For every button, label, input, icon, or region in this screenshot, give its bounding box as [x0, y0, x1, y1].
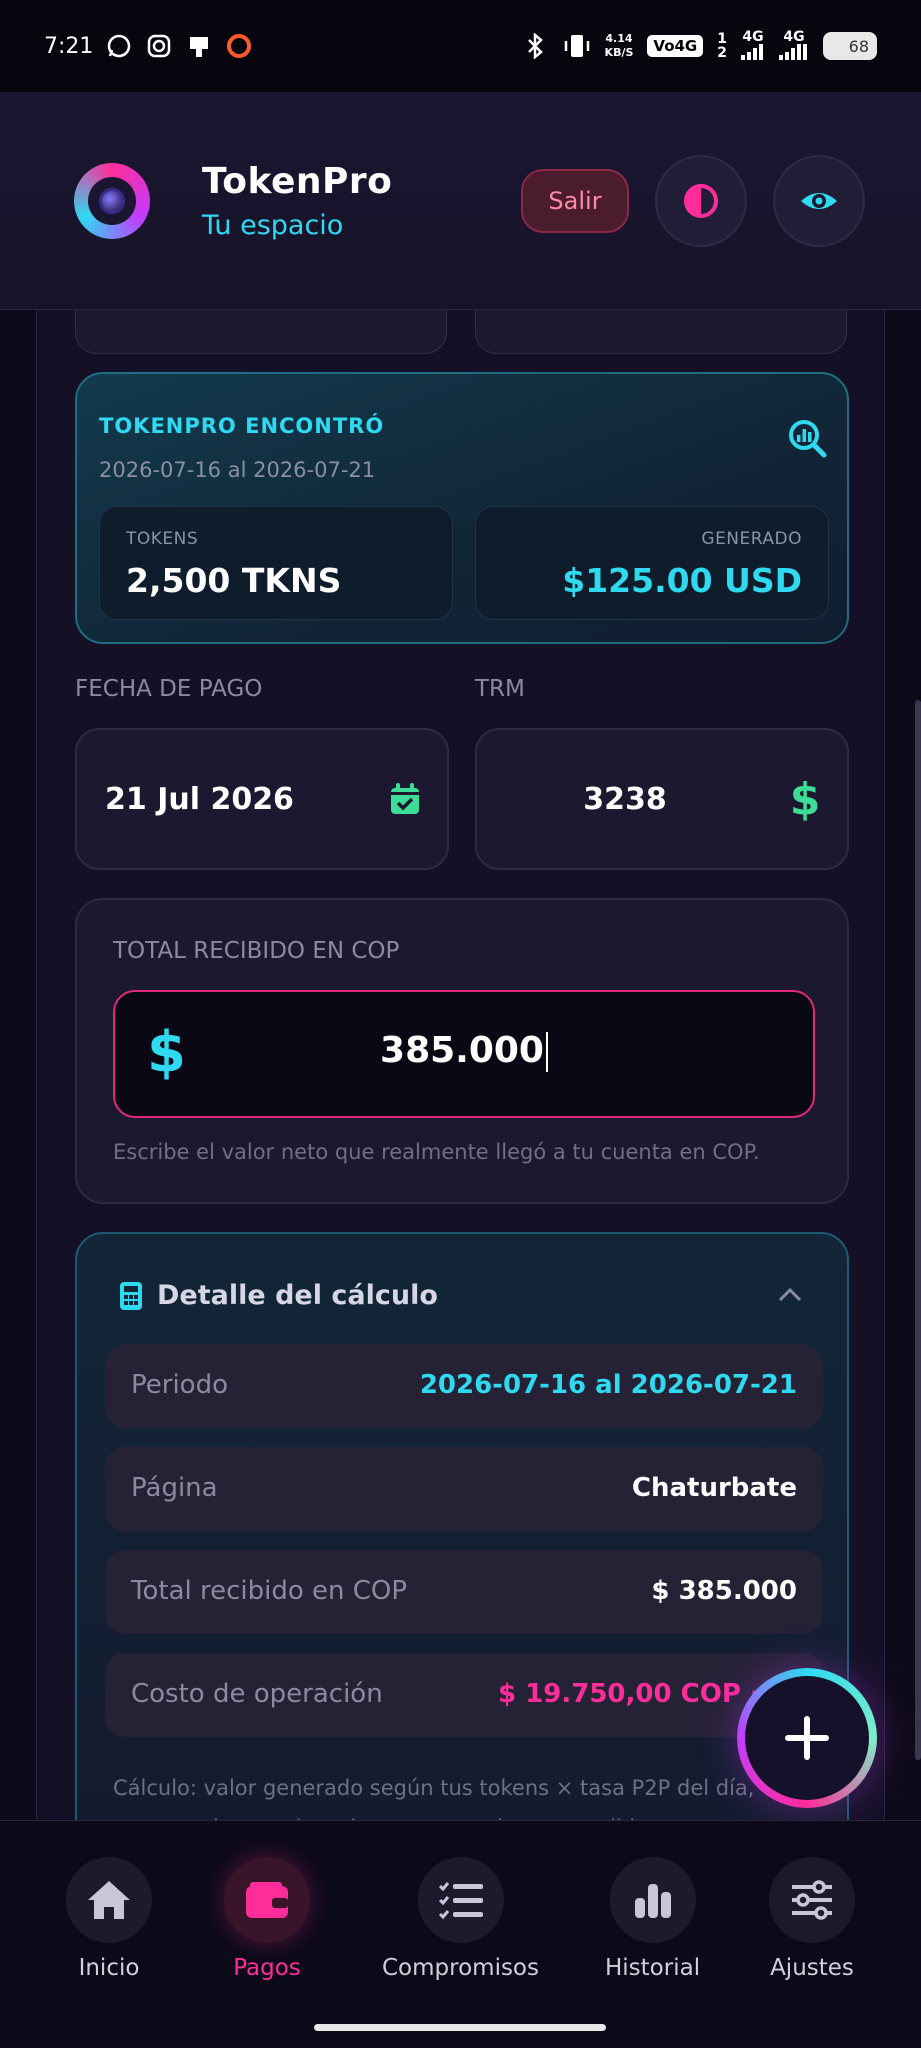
tokenpro-found-card: TOKENPRO ENCONTRÓ 2026-07-16 al 2026-07-…: [75, 372, 849, 644]
found-title: TOKENPRO ENCONTRÓ: [99, 414, 385, 438]
plus-icon: [785, 1716, 829, 1760]
app-header: TokenPro Tu espacio Salir: [0, 92, 921, 310]
home-indicator[interactable]: [314, 2024, 606, 2031]
summary-card-stub: [475, 310, 847, 354]
whatsapp-icon: [105, 32, 133, 60]
tokens-card: TOKENS 2,500 TKNS: [99, 506, 453, 620]
network-type-1: 4G: [742, 28, 764, 45]
signal-icon: [779, 43, 809, 63]
camera-lens-icon: [99, 187, 125, 214]
signal-icon: [741, 43, 765, 63]
brand-block: TokenPro Tu espacio: [202, 161, 392, 241]
net-speed: 4.14: [605, 32, 633, 45]
trm-field[interactable]: 3238 $: [475, 728, 849, 870]
visibility-toggle-button[interactable]: [773, 154, 865, 247]
bar-chart-icon: [609, 1857, 696, 1943]
detail-row-page: Página Chaturbate: [105, 1447, 823, 1531]
notification-icon: [185, 32, 213, 60]
sliders-icon: [769, 1857, 855, 1943]
detail-title: Detalle del cálculo: [157, 1280, 438, 1311]
nav-label: Inicio: [78, 1955, 140, 1981]
tokens-value: 2,500 TKNS: [126, 561, 342, 600]
cop-amount-input[interactable]: $ 385.000: [113, 990, 815, 1118]
sim1-slot: 1: [717, 31, 727, 47]
status-bar: 7:21 4.14 KB/S Vo4G 1 2 4G 4G 68: [0, 0, 921, 92]
row-label: Periodo: [131, 1370, 228, 1400]
bluetooth-icon: [521, 32, 549, 60]
payment-date-field[interactable]: 21 Jul 2026: [75, 728, 449, 870]
main-content[interactable]: TOKENPRO ENCONTRÓ 2026-07-16 al 2026-07-…: [36, 310, 885, 1820]
detail-header[interactable]: Detalle del cálculo: [119, 1280, 438, 1311]
nav-label: Ajustes: [770, 1955, 854, 1981]
trm-label: TRM: [475, 676, 525, 702]
dollar-icon: $: [791, 776, 819, 822]
calculator-icon: [120, 1281, 142, 1310]
record-icon: [225, 32, 253, 60]
row-value: $ 385.000: [651, 1576, 797, 1606]
detail-row-period: Periodo 2026-07-16 al 2026-07-21: [105, 1344, 823, 1428]
detail-row-operation-cost: Costo de operación $ 19.750,00 COP · 4,8…: [105, 1653, 823, 1737]
vibrate-icon: [563, 32, 591, 60]
cop-label: TOTAL RECIBIDO EN COP: [113, 938, 400, 964]
checklist-icon: [417, 1857, 504, 1943]
scrollbar[interactable]: [915, 700, 921, 1760]
logout-button[interactable]: Salir: [521, 168, 629, 233]
wallet-icon: [224, 1857, 310, 1943]
generated-card: GENERADO $125.00 USD: [475, 506, 829, 620]
calculation-detail-card: Detalle del cálculo Periodo 2026-07-16 a…: [75, 1232, 849, 1820]
battery-icon: 68: [823, 32, 877, 60]
bottom-navigation: Inicio Pagos Compromisos Historial Ajust…: [0, 1820, 921, 2048]
instagram-icon: [145, 32, 173, 60]
nav-item-ajustes[interactable]: Ajustes: [769, 1857, 855, 1981]
sim2-slot: 2: [717, 45, 727, 61]
calendar-check-icon: [391, 783, 419, 814]
net-speed-unit: KB/S: [604, 46, 634, 59]
brand-subtitle: Tu espacio: [202, 209, 344, 241]
app-logo: [74, 162, 150, 239]
tokens-label: TOKENS: [126, 529, 199, 549]
cop-amount-value: 385.000: [380, 1030, 544, 1071]
status-time: 7:21: [44, 33, 94, 59]
row-label: Total recibido en COP: [131, 1576, 408, 1606]
trm-value: 3238: [583, 782, 667, 817]
found-range: 2026-07-16 al 2026-07-21: [99, 458, 376, 482]
theme-toggle-button[interactable]: [655, 154, 747, 247]
battery-level: 68: [848, 36, 869, 56]
eye-icon: [801, 192, 837, 209]
chevron-up-icon[interactable]: [775, 1280, 805, 1310]
nav-item-pagos[interactable]: Pagos: [224, 1857, 310, 1981]
nav-item-compromisos[interactable]: Compromisos: [382, 1857, 539, 1981]
summary-card-stub: [75, 310, 447, 354]
network-type-2: 4G: [783, 28, 805, 45]
payment-date-value: 21 Jul 2026: [105, 782, 294, 817]
cop-received-card: TOTAL RECIBIDO EN COP $ 385.000 Escribe …: [75, 898, 849, 1204]
nav-label: Historial: [605, 1955, 701, 1981]
row-label: Página: [131, 1473, 218, 1503]
row-value: 2026-07-16 al 2026-07-21: [419, 1370, 797, 1400]
nav-item-historial[interactable]: Historial: [605, 1857, 700, 1981]
row-label: Costo de operación: [131, 1679, 383, 1709]
calculation-note: Cálculo: valor generado según tus tokens…: [113, 1776, 755, 1820]
row-value: Chaturbate: [631, 1473, 797, 1503]
cop-hint: Escribe el valor neto que realmente lleg…: [113, 1140, 760, 1164]
nav-label: Compromisos: [382, 1955, 539, 1981]
generated-label: GENERADO: [701, 529, 802, 549]
home-icon: [66, 1857, 152, 1943]
search-analytics-icon[interactable]: [787, 418, 827, 458]
detail-row-total-cop: Total recibido en COP $ 385.000: [105, 1550, 823, 1634]
payment-date-label: FECHA DE PAGO: [75, 676, 263, 702]
text-cursor: [545, 1032, 548, 1072]
nav-item-inicio[interactable]: Inicio: [66, 1857, 152, 1981]
contrast-icon: [684, 183, 718, 218]
add-button[interactable]: [737, 1668, 877, 1808]
brand-title: TokenPro: [202, 160, 393, 202]
svg-text:$: $: [791, 776, 819, 822]
generated-value: $125.00 USD: [562, 561, 802, 600]
volte-badge: Vo4G: [647, 35, 704, 57]
nav-label: Pagos: [233, 1955, 301, 1981]
